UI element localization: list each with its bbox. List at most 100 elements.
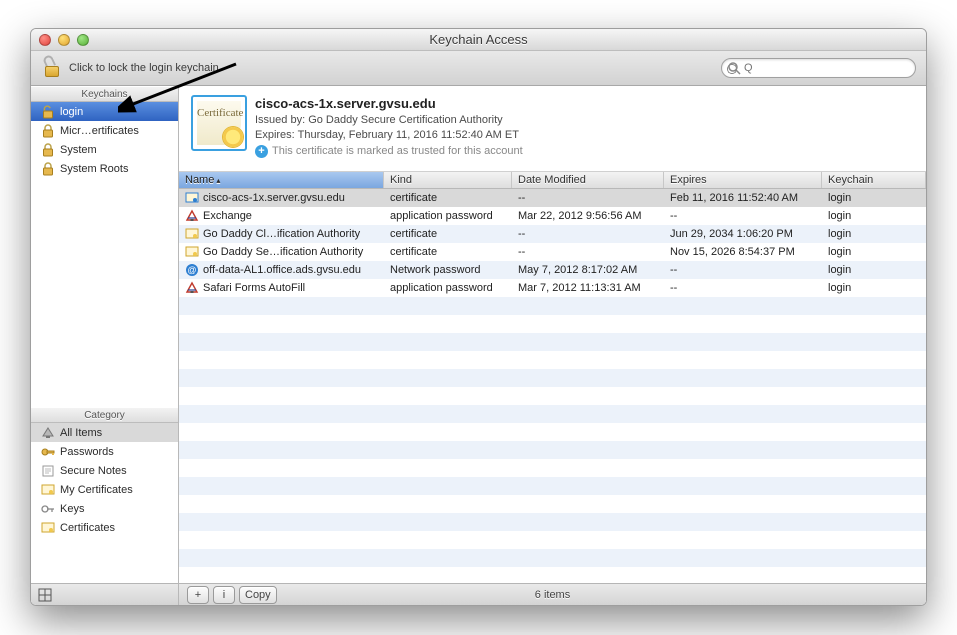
minimize-window-button[interactable] bbox=[58, 34, 70, 46]
empty-row bbox=[179, 333, 926, 351]
empty-row bbox=[179, 495, 926, 513]
category-item-label: Keys bbox=[60, 503, 84, 515]
empty-row bbox=[179, 423, 926, 441]
keychain-item[interactable]: System Roots bbox=[31, 159, 178, 178]
sidebar-footer bbox=[31, 583, 178, 605]
th-keychain[interactable]: Keychain bbox=[822, 172, 926, 188]
empty-row bbox=[179, 405, 926, 423]
row-kind: certificate bbox=[384, 246, 512, 258]
table-row[interactable]: @off-data-AL1.office.ads.gvsu.eduNetwork… bbox=[179, 261, 926, 279]
row-expires: -- bbox=[664, 282, 822, 294]
search-field-wrap bbox=[721, 58, 916, 78]
cert-icon bbox=[41, 483, 55, 497]
toolbar: Click to lock the login keychain. bbox=[31, 51, 926, 86]
table-row[interactable]: Safari Forms AutoFillapplication passwor… bbox=[179, 279, 926, 297]
cert-yellow-icon bbox=[185, 227, 199, 241]
main-pane: cisco-acs-1x.server.gvsu.edu Issued by: … bbox=[179, 86, 926, 605]
view-mode-button[interactable] bbox=[37, 587, 53, 603]
category-item[interactable]: My Certificates bbox=[31, 480, 178, 499]
category-header: Category bbox=[31, 407, 178, 423]
row-kind: application password bbox=[384, 210, 512, 222]
row-expires: Nov 15, 2026 8:54:37 PM bbox=[664, 246, 822, 258]
app-icon bbox=[185, 209, 199, 223]
close-window-button[interactable] bbox=[39, 34, 51, 46]
row-keychain: login bbox=[822, 192, 926, 204]
certificate-detail: cisco-acs-1x.server.gvsu.edu Issued by: … bbox=[179, 86, 926, 172]
table-row[interactable]: Go Daddy Se…ification Authority certifica… bbox=[179, 243, 926, 261]
category-item[interactable]: Secure Notes bbox=[31, 461, 178, 480]
th-kind[interactable]: Kind bbox=[384, 172, 512, 188]
key-outline-icon bbox=[41, 502, 55, 516]
empty-row bbox=[179, 351, 926, 369]
row-modified: -- bbox=[512, 228, 664, 240]
keychain-access-window: Keychain Access Click to lock the login … bbox=[30, 28, 927, 606]
lock-icon bbox=[41, 143, 55, 157]
category-item[interactable]: All Items bbox=[31, 423, 178, 442]
detail-trust: + This certificate is marked as trusted … bbox=[255, 144, 914, 159]
at-icon: @ bbox=[185, 263, 199, 277]
row-name: cisco-acs-1x.server.gvsu.edu bbox=[203, 192, 345, 204]
lock-keychain-button[interactable] bbox=[41, 57, 63, 79]
empty-row bbox=[179, 531, 926, 549]
keychain-item-label: login bbox=[60, 106, 83, 118]
lock-hint-text: Click to lock the login keychain. bbox=[69, 62, 222, 74]
keychain-item-label: System bbox=[60, 144, 97, 156]
svg-text:@: @ bbox=[187, 265, 196, 275]
row-name: Go Daddy Se…ification Authority bbox=[203, 246, 363, 258]
copy-button[interactable]: Copy bbox=[239, 586, 277, 604]
certificate-icon bbox=[191, 95, 247, 151]
category-list: All Items Passwords Secure Notes My Certifi… bbox=[31, 423, 178, 583]
lock-icon bbox=[41, 124, 55, 138]
category-item-label: All Items bbox=[60, 427, 102, 439]
note-icon bbox=[41, 464, 55, 478]
row-keychain: login bbox=[822, 246, 926, 258]
search-input[interactable] bbox=[721, 58, 916, 78]
row-modified: -- bbox=[512, 246, 664, 258]
cert-icon bbox=[41, 521, 55, 535]
table-row[interactable]: Exchangeapplication passwordMar 22, 2012… bbox=[179, 207, 926, 225]
keychain-item-label: Micr…ertificates bbox=[60, 125, 139, 137]
keychain-item-label: System Roots bbox=[60, 163, 128, 175]
row-modified: Mar 7, 2012 11:13:31 AM bbox=[512, 282, 664, 294]
key-icon bbox=[41, 445, 55, 459]
keychain-item[interactable]: login bbox=[31, 102, 178, 121]
th-name[interactable]: Name▴ bbox=[179, 172, 384, 188]
content-body: Keychains login Micr…ertificates System Sys… bbox=[31, 86, 926, 605]
empty-row bbox=[179, 477, 926, 495]
category-item[interactable]: Keys bbox=[31, 499, 178, 518]
table-row[interactable]: cisco-acs-1x.server.gvsu.edu certificate-… bbox=[179, 189, 926, 207]
keychains-header: Keychains bbox=[31, 86, 178, 102]
info-button[interactable]: i bbox=[213, 586, 235, 604]
keychain-item[interactable]: Micr…ertificates bbox=[31, 121, 178, 140]
empty-row bbox=[179, 369, 926, 387]
app-icon bbox=[185, 281, 199, 295]
category-item[interactable]: Certificates bbox=[31, 518, 178, 537]
empty-row bbox=[179, 549, 926, 567]
zoom-window-button[interactable] bbox=[77, 34, 89, 46]
empty-row bbox=[179, 297, 926, 315]
detail-title: cisco-acs-1x.server.gvsu.edu bbox=[255, 96, 914, 111]
row-modified: May 7, 2012 8:17:02 AM bbox=[512, 264, 664, 276]
row-kind: certificate bbox=[384, 228, 512, 240]
table-row[interactable]: Go Daddy Cl…ification Authoritycertifica… bbox=[179, 225, 926, 243]
th-date-modified[interactable]: Date Modified bbox=[512, 172, 664, 188]
row-kind: certificate bbox=[384, 192, 512, 204]
row-expires: -- bbox=[664, 210, 822, 222]
status-bar: + i Copy 6 items bbox=[179, 583, 926, 605]
row-keychain: login bbox=[822, 264, 926, 276]
trust-plus-icon: + bbox=[255, 145, 268, 158]
keychain-item[interactable]: System bbox=[31, 140, 178, 159]
add-item-button[interactable]: + bbox=[187, 586, 209, 604]
detail-expires: Expires: Thursday, February 11, 2016 11:… bbox=[255, 128, 914, 143]
empty-row bbox=[179, 513, 926, 531]
cert-blue-icon bbox=[185, 191, 199, 205]
row-expires: Feb 11, 2016 11:52:40 AM bbox=[664, 192, 822, 204]
detail-issued-by: Issued by: Go Daddy Secure Certification… bbox=[255, 113, 914, 128]
category-item[interactable]: Passwords bbox=[31, 442, 178, 461]
category-item-label: My Certificates bbox=[60, 484, 133, 496]
category-item-label: Passwords bbox=[60, 446, 114, 458]
empty-row bbox=[179, 315, 926, 333]
category-item-label: Secure Notes bbox=[60, 465, 127, 477]
th-expires[interactable]: Expires bbox=[664, 172, 822, 188]
row-modified: -- bbox=[512, 192, 664, 204]
